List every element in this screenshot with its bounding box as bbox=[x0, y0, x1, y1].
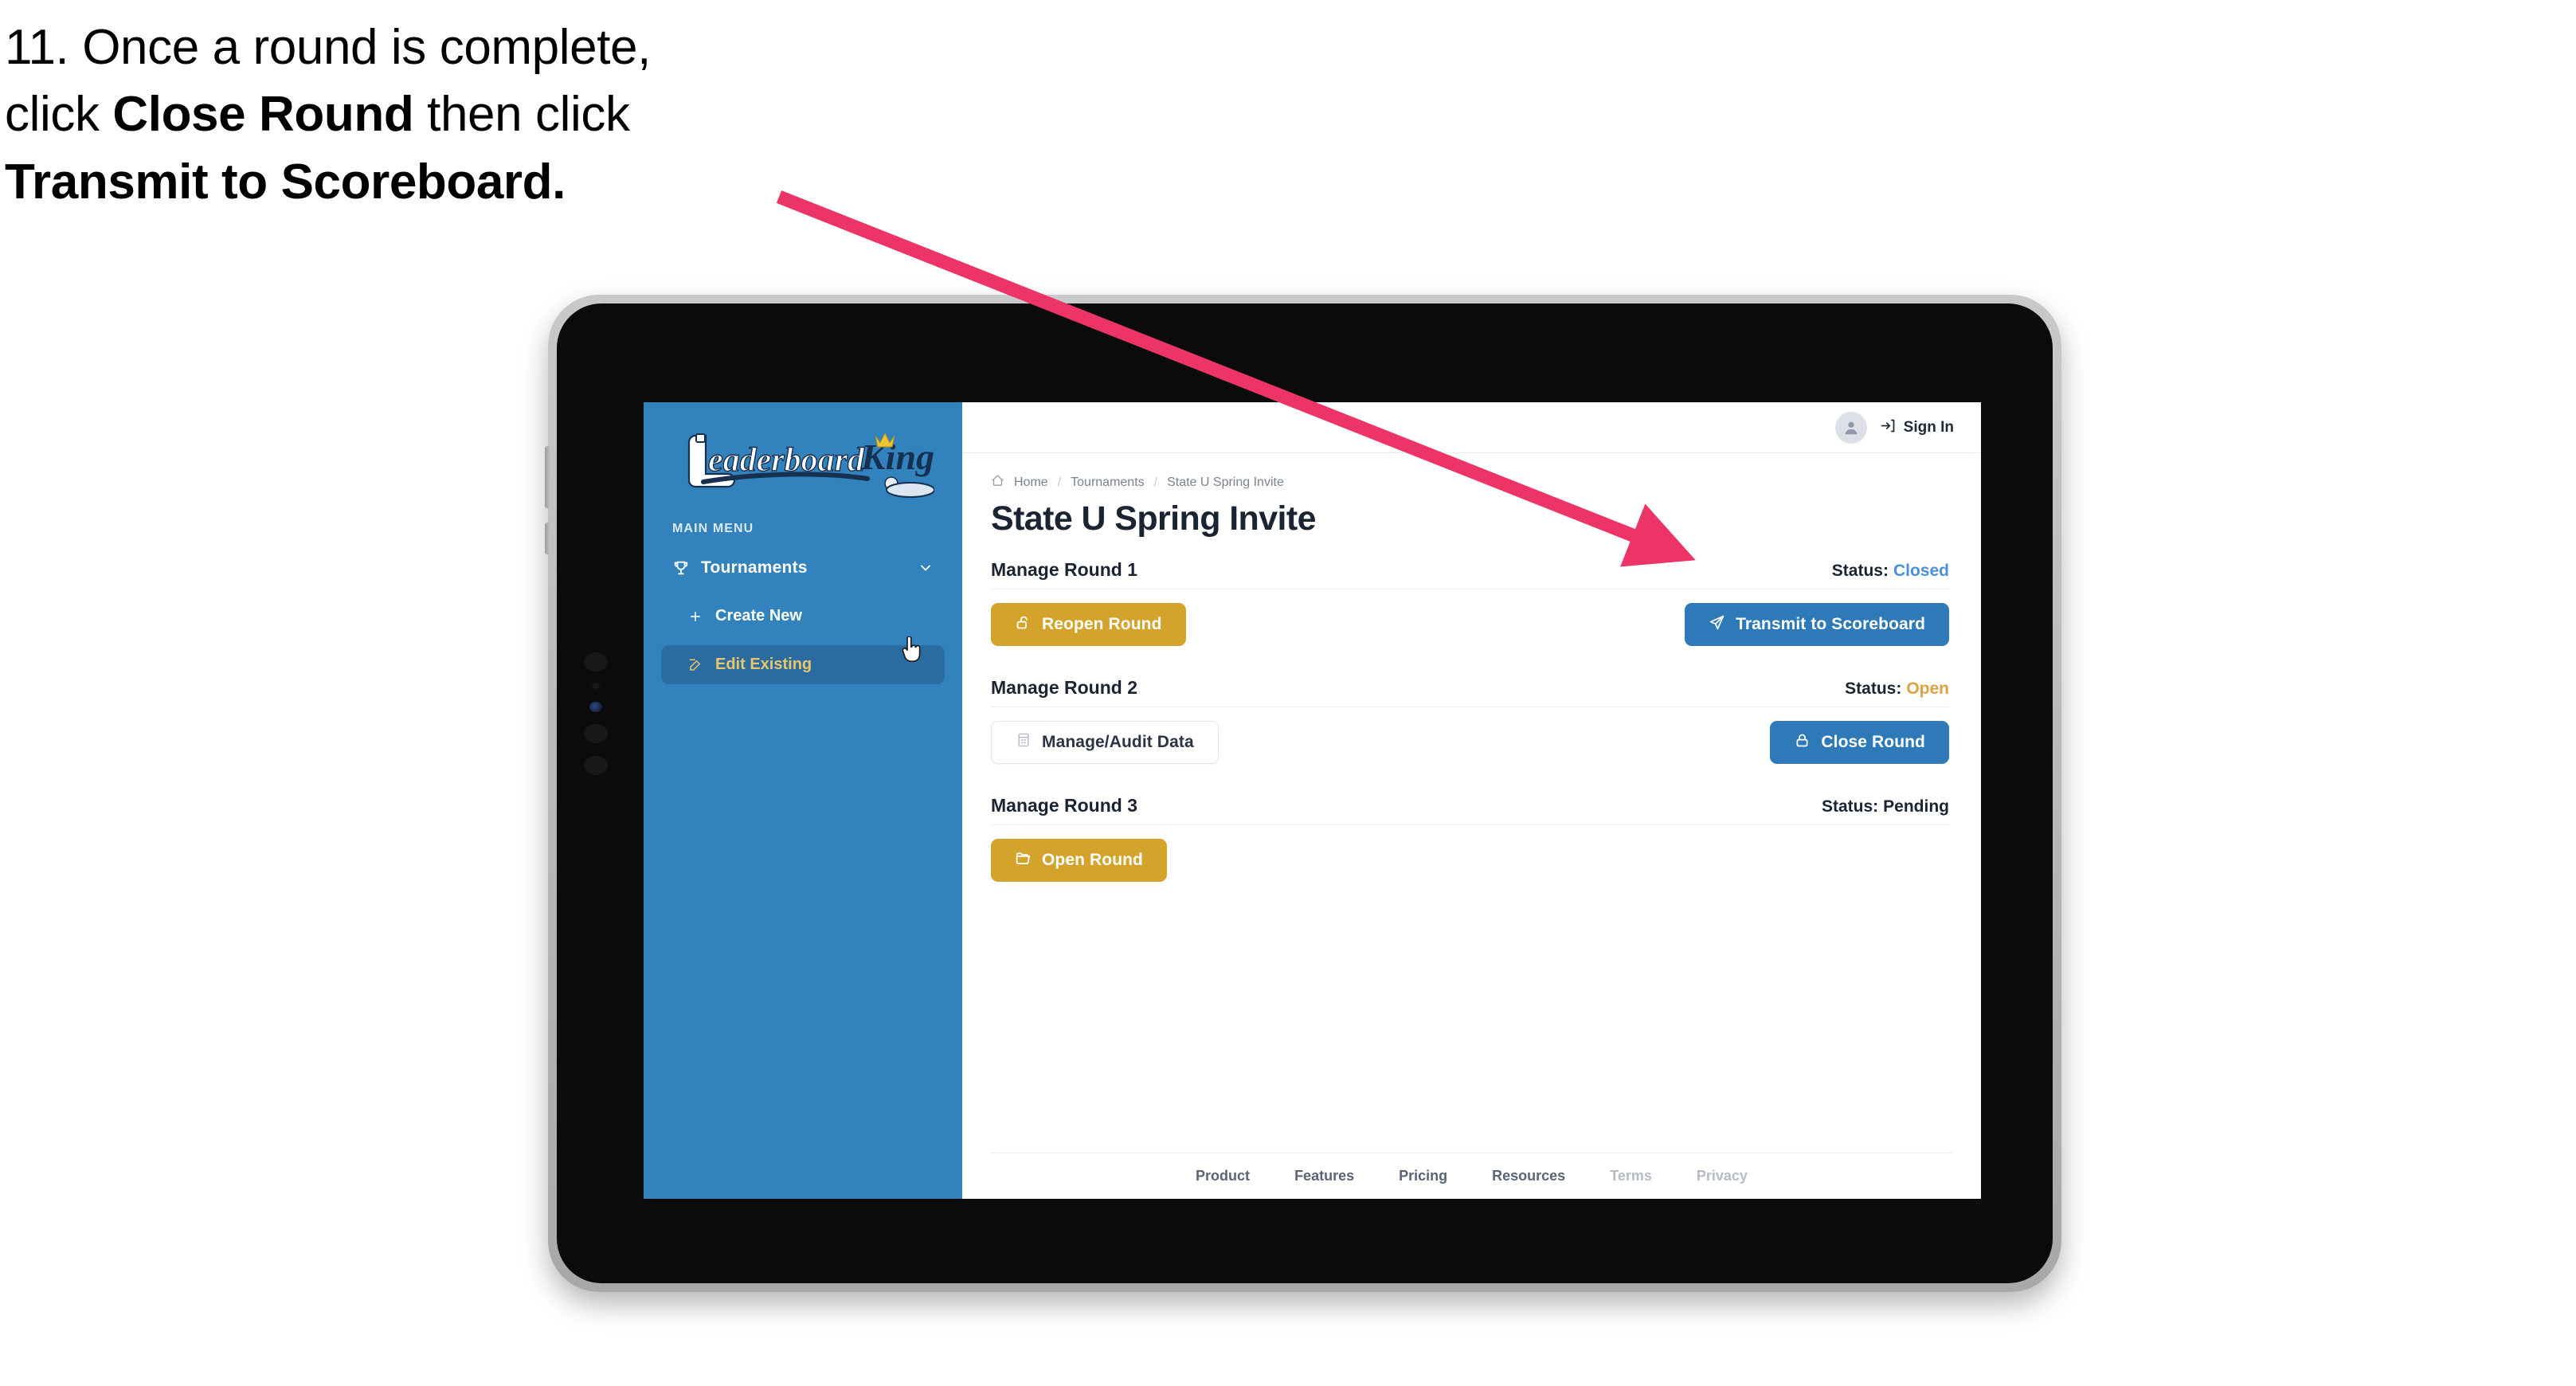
footer-nav: Product Features Pricing Resources Terms… bbox=[991, 1153, 1952, 1199]
paper-plane-icon bbox=[1709, 614, 1725, 636]
round-2-status: Status: Open bbox=[1845, 679, 1949, 699]
table-grid-icon bbox=[1016, 732, 1032, 753]
round-block-3: Manage Round 3 Status: Pending Open Roun… bbox=[991, 795, 1949, 883]
manage-audit-data-label: Manage/Audit Data bbox=[1042, 733, 1194, 751]
round-3-status-value: Pending bbox=[1883, 797, 1949, 816]
top-bar: Sign In bbox=[962, 402, 1981, 453]
sign-in-button[interactable]: Sign In bbox=[1880, 417, 1954, 438]
breadcrumb-separator-1: / bbox=[1057, 476, 1062, 489]
leaderboard-king-logo-icon: eaderboard King bbox=[687, 432, 934, 498]
sidebar: eaderboard King MAIN MENU Tournaments Cr… bbox=[644, 402, 962, 1199]
round-1-status: Status: Closed bbox=[1832, 562, 1949, 581]
sidebar-section-label: MAIN MENU bbox=[672, 522, 754, 535]
mouse-cursor-pointer bbox=[902, 636, 921, 663]
footer-link-privacy[interactable]: Privacy bbox=[1697, 1168, 1748, 1184]
bezel-camera-icon bbox=[589, 702, 602, 712]
unlock-icon bbox=[1015, 614, 1032, 636]
breadcrumb-separator-2: / bbox=[1153, 476, 1158, 489]
tablet-screen: eaderboard King MAIN MENU Tournaments Cr… bbox=[644, 402, 1981, 1199]
tablet-bezel: eaderboard King MAIN MENU Tournaments Cr… bbox=[557, 303, 2053, 1283]
round-1-status-label: Status: bbox=[1831, 562, 1889, 580]
round-1-title: Manage Round 1 bbox=[991, 559, 1138, 580]
open-round-button[interactable]: Open Round bbox=[991, 839, 1167, 882]
home-icon[interactable] bbox=[991, 474, 1004, 491]
sign-in-label: Sign In bbox=[1903, 418, 1954, 436]
round-2-status-value: Open bbox=[1906, 679, 1949, 698]
bezel-sensor-dot-1 bbox=[584, 652, 608, 671]
sidebar-item-create-new[interactable]: Create New bbox=[661, 597, 945, 636]
main-content: Sign In Home / Tournaments / State U Spr… bbox=[962, 402, 1981, 1199]
round-block-1: Manage Round 1 Status: Closed Reopen Rou… bbox=[991, 559, 1949, 647]
tablet-side-button-top bbox=[545, 446, 550, 508]
page-title: State U Spring Invite bbox=[991, 499, 1317, 538]
caption-line-1: 11. Once a round is complete, bbox=[5, 20, 651, 75]
tablet-device-frame: eaderboard King MAIN MENU Tournaments Cr… bbox=[545, 295, 2061, 1292]
round-2-title: Manage Round 2 bbox=[991, 677, 1138, 698]
bezel-sensor-dot-2 bbox=[592, 683, 600, 689]
sign-in-arrow-icon bbox=[1880, 417, 1897, 438]
round-3-title: Manage Round 3 bbox=[991, 795, 1138, 816]
breadcrumb-item-current: State U Spring Invite bbox=[1167, 476, 1284, 489]
breadcrumb-item-home[interactable]: Home bbox=[1014, 476, 1048, 490]
round-1-actions: Reopen Round Transmit to Scoreboard bbox=[991, 602, 1949, 647]
plus-icon bbox=[688, 609, 715, 624]
footer-link-features[interactable]: Features bbox=[1294, 1168, 1354, 1184]
bezel-sensor-dot-3 bbox=[584, 724, 608, 743]
transmit-to-scoreboard-button[interactable]: Transmit to Scoreboard bbox=[1685, 603, 1949, 646]
round-3-status: Status: Pending bbox=[1822, 797, 1949, 816]
open-round-label: Open Round bbox=[1042, 851, 1143, 869]
caption-line-2-bold: Close Round bbox=[112, 87, 414, 143]
round-2-status-label: Status: bbox=[1845, 679, 1902, 698]
pencil-square-icon bbox=[688, 658, 715, 672]
round-2-actions: Manage/Audit Data Close Round bbox=[991, 720, 1949, 765]
reopen-round-button[interactable]: Reopen Round bbox=[991, 603, 1186, 646]
page-root: 11. Once a round is complete, click Clos… bbox=[0, 0, 2576, 1386]
manage-audit-data-button[interactable]: Manage/Audit Data bbox=[991, 721, 1219, 764]
sidebar-item-edit-existing-label: Edit Existing bbox=[715, 656, 812, 673]
footer-link-terms[interactable]: Terms bbox=[1610, 1168, 1652, 1184]
footer-link-product[interactable]: Product bbox=[1196, 1168, 1250, 1184]
sidebar-item-create-new-label: Create New bbox=[715, 607, 802, 624]
round-3-actions: Open Round bbox=[991, 838, 1949, 883]
round-1-header: Manage Round 1 Status: Closed bbox=[991, 559, 1949, 589]
lock-icon bbox=[1794, 732, 1811, 754]
instruction-caption: 11. Once a round is complete, click Clos… bbox=[5, 14, 865, 216]
caption-line-3-bold: Transmit to Scoreboard. bbox=[5, 154, 566, 209]
round-block-2: Manage Round 2 Status: Open Manage/Audit… bbox=[991, 677, 1949, 765]
breadcrumb: Home / Tournaments / State U Spring Invi… bbox=[991, 474, 1949, 491]
footer-link-resources[interactable]: Resources bbox=[1492, 1168, 1565, 1184]
svg-text:King: King bbox=[860, 437, 934, 477]
page-content: Home / Tournaments / State U Spring Invi… bbox=[962, 453, 1981, 1153]
app-logo[interactable]: eaderboard King bbox=[644, 420, 962, 509]
user-avatar-icon[interactable] bbox=[1834, 411, 1867, 444]
transmit-to-scoreboard-label: Transmit to Scoreboard bbox=[1736, 615, 1925, 633]
round-1-status-value: Closed bbox=[1893, 562, 1949, 580]
caption-line-2-post: then click bbox=[413, 87, 630, 143]
tablet-side-button-bottom bbox=[545, 523, 550, 554]
footer-link-pricing[interactable]: Pricing bbox=[1399, 1168, 1447, 1184]
folder-open-icon bbox=[1015, 850, 1032, 871]
chevron-down-icon[interactable] bbox=[918, 560, 934, 576]
sidebar-item-tournaments[interactable]: Tournaments bbox=[661, 549, 945, 587]
round-3-header: Manage Round 3 Status: Pending bbox=[991, 795, 1949, 825]
sidebar-item-tournaments-label: Tournaments bbox=[701, 558, 808, 577]
round-3-status-label: Status: bbox=[1821, 797, 1879, 816]
breadcrumb-item-tournaments[interactable]: Tournaments bbox=[1071, 476, 1145, 490]
close-round-label: Close Round bbox=[1821, 733, 1925, 751]
round-2-header: Manage Round 2 Status: Open bbox=[991, 677, 1949, 707]
reopen-round-label: Reopen Round bbox=[1042, 615, 1162, 633]
trophy-icon bbox=[672, 559, 696, 577]
bezel-sensor-dot-4 bbox=[584, 756, 608, 775]
close-round-button[interactable]: Close Round bbox=[1770, 721, 1949, 764]
caption-line-2-pre: click bbox=[5, 87, 113, 143]
